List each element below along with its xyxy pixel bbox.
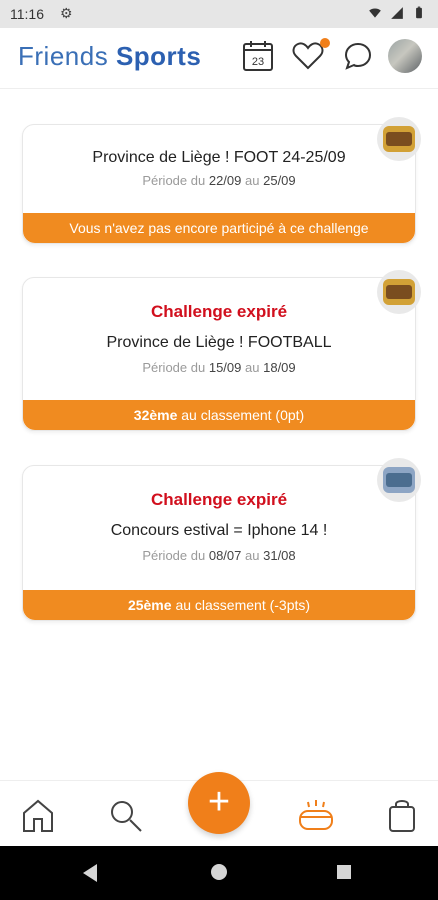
add-button[interactable]: + — [188, 772, 250, 834]
challenge-period: Période du 15/09 au 18/09 — [142, 360, 296, 375]
wifi-icon — [369, 8, 381, 18]
signal-icon — [391, 7, 403, 19]
battery-icon — [416, 6, 422, 19]
challenge-title: Concours estival = Iphone 14 ! — [110, 522, 328, 539]
bag-icon[interactable] — [382, 795, 422, 835]
status-icons — [368, 6, 426, 20]
status-bar: 11:16 ⚙ — [0, 0, 438, 28]
app-header: Friends Sports 23 — [0, 28, 438, 89]
recents-icon[interactable] — [337, 865, 351, 879]
user-avatar[interactable] — [388, 39, 422, 73]
challenge-period: Période du 08/07 au 31/08 — [142, 548, 296, 563]
brand-sports: Sports — [115, 41, 202, 71]
brand-logo: Friends Sports — [18, 41, 201, 72]
heart-icon[interactable] — [292, 40, 324, 72]
search-icon[interactable] — [105, 795, 145, 835]
challenge-status: Challenge expiré — [150, 302, 288, 321]
home-icon[interactable] — [18, 795, 58, 835]
chat-icon[interactable] — [342, 40, 374, 72]
challenge-card[interactable]: Challenge expiré Province de Liège ! FOO… — [22, 270, 421, 431]
challenge-title: Province de Liège ! FOOTBALL — [106, 334, 332, 351]
brand-friends: Friends — [18, 41, 109, 71]
challenge-card[interactable]: Province de Liège ! FOOT 24-25/09 Périod… — [22, 117, 421, 244]
back-icon[interactable] — [83, 864, 97, 882]
calendar-icon[interactable]: 23 — [242, 40, 274, 72]
challenge-footer: 25ème au classement (-3pts) — [23, 590, 415, 620]
challenge-footer: 32ème au classement (0pt) — [23, 400, 415, 430]
status-time: 11:16 — [10, 6, 44, 22]
android-nav-bar — [0, 846, 438, 900]
gear-icon: ⚙ — [60, 5, 73, 21]
home-button-icon[interactable] — [211, 864, 227, 880]
calendar-day: 23 — [252, 56, 264, 68]
notification-badge — [320, 38, 330, 48]
challenges-icon[interactable] — [296, 795, 336, 835]
challenge-period: Période du 22/09 au 25/09 — [142, 173, 296, 188]
challenge-title: Province de Liège ! FOOT 24-25/09 — [92, 149, 346, 166]
challenge-footer: Vous n'avez pas encore participé à ce ch… — [23, 213, 415, 243]
challenge-status: Challenge expiré — [150, 490, 288, 509]
challenge-card[interactable]: Challenge expiré Concours estival = Ipho… — [22, 458, 421, 621]
